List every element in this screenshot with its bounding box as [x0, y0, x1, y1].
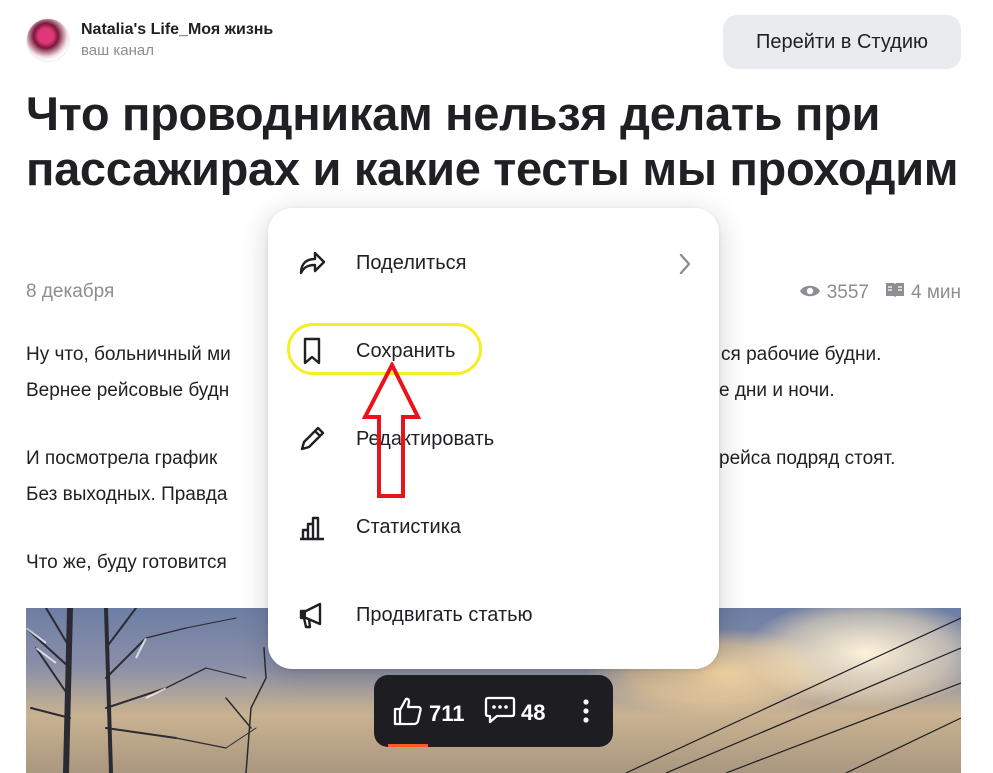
- menu-item-label: Поделиться: [356, 251, 467, 274]
- channel-header[interactable]: Natalia's Life_Моя жизнь ваш канал: [26, 18, 273, 62]
- channel-subtitle: ваш канал: [81, 42, 154, 59]
- article-context-menu: Поделиться Сохранить Редактировать Стати…: [268, 208, 719, 669]
- paragraph-1-line-1-end: ся рабочие будни.: [721, 344, 882, 365]
- channel-info: Natalia's Life_Моя жизнь ваш канал: [81, 21, 273, 59]
- article-action-bar: 711 48: [374, 675, 613, 747]
- article-date: 8 декабря: [26, 281, 115, 302]
- channel-avatar[interactable]: [26, 18, 70, 62]
- read-time: 4 мин: [910, 282, 961, 303]
- menu-item-edit[interactable]: Редактировать: [268, 409, 719, 469]
- comments-count: 48: [521, 699, 546, 725]
- menu-item-label: Статистика: [356, 515, 462, 538]
- megaphone-icon: [297, 600, 327, 630]
- chevron-right-icon: [678, 253, 692, 280]
- reading-progress-bar: [388, 744, 428, 747]
- article-stats: 3557 4 мин: [799, 281, 961, 305]
- menu-item-share[interactable]: Поделиться: [268, 233, 719, 293]
- red-arrow-annotation: [361, 360, 422, 505]
- paragraph-2-line-1-end: рейса подряд стоят.: [719, 448, 896, 469]
- comment-icon: [484, 695, 516, 730]
- more-options-button[interactable]: [574, 695, 598, 727]
- eye-icon: [799, 282, 821, 304]
- book-icon: [885, 281, 905, 305]
- article-title: Что проводникам нельзя делать при пассаж…: [26, 87, 959, 195]
- bar-chart-icon: [297, 512, 327, 542]
- menu-item-promote[interactable]: Продвигать статью: [268, 585, 719, 645]
- like-button[interactable]: 711: [392, 695, 465, 732]
- likes-count: 711: [429, 700, 465, 726]
- comments-button[interactable]: 48: [484, 695, 545, 730]
- menu-item-label: Продвигать статью: [356, 603, 533, 626]
- views-count: 3557: [826, 282, 869, 303]
- more-vertical-icon: [583, 699, 589, 723]
- paragraph-1-line-2-end: е дни и ночи.: [719, 380, 835, 401]
- menu-item-statistics[interactable]: Статистика: [268, 497, 719, 557]
- share-icon: [297, 248, 327, 278]
- thumbs-up-icon: [392, 695, 424, 732]
- go-to-studio-button[interactable]: Перейти в Студию: [723, 15, 961, 69]
- channel-name[interactable]: Natalia's Life_Моя жизнь: [81, 21, 273, 39]
- pencil-icon: [297, 424, 327, 454]
